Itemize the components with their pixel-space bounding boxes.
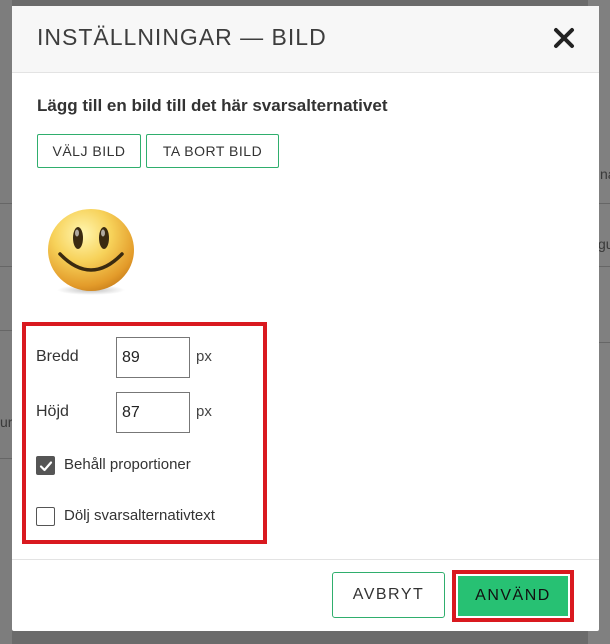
background-divider: [599, 342, 610, 343]
width-unit: px: [196, 348, 212, 365]
background-divider: [599, 266, 610, 267]
width-input[interactable]: [116, 337, 190, 378]
image-settings-dialog: INSTÄLLNINGAR — BILD Lägg till en bild t…: [12, 6, 599, 631]
background-divider: [599, 203, 610, 204]
close-icon[interactable]: [548, 22, 580, 54]
checkmark-icon: [39, 460, 52, 471]
remove-image-button[interactable]: TA BORT BILD: [146, 134, 279, 168]
footer-divider: [12, 559, 599, 560]
background-text: ur: [0, 414, 13, 430]
keep-proportions-label[interactable]: Behåll proportioner: [64, 456, 191, 473]
hide-text-checkbox[interactable]: [36, 507, 55, 526]
background-divider: [0, 458, 12, 459]
hide-text-label[interactable]: Dölj svarsalternativtext: [64, 507, 215, 524]
background-panel-left: [0, 0, 12, 644]
background-text: gu: [598, 236, 610, 252]
dialog-header: INSTÄLLNINGAR — BILD: [12, 6, 599, 73]
background-divider: [0, 266, 12, 267]
width-label: Bredd: [36, 348, 79, 365]
apply-button[interactable]: ANVÄND: [458, 576, 568, 616]
background-divider: [0, 203, 12, 204]
height-label: Höjd: [36, 403, 69, 420]
choose-image-button[interactable]: VÄLJ BILD: [37, 134, 141, 168]
background-text: na: [600, 166, 610, 182]
background-divider: [0, 330, 12, 331]
smiley-face-icon: [46, 208, 136, 296]
cancel-button[interactable]: AVBRYT: [332, 572, 445, 618]
keep-proportions-checkbox[interactable]: [36, 456, 55, 475]
height-unit: px: [196, 403, 212, 420]
height-input[interactable]: [116, 392, 190, 433]
image-prompt-text: Lägg till en bild till det här svarsalte…: [37, 96, 388, 115]
dialog-title: INSTÄLLNINGAR — BILD: [37, 24, 327, 50]
